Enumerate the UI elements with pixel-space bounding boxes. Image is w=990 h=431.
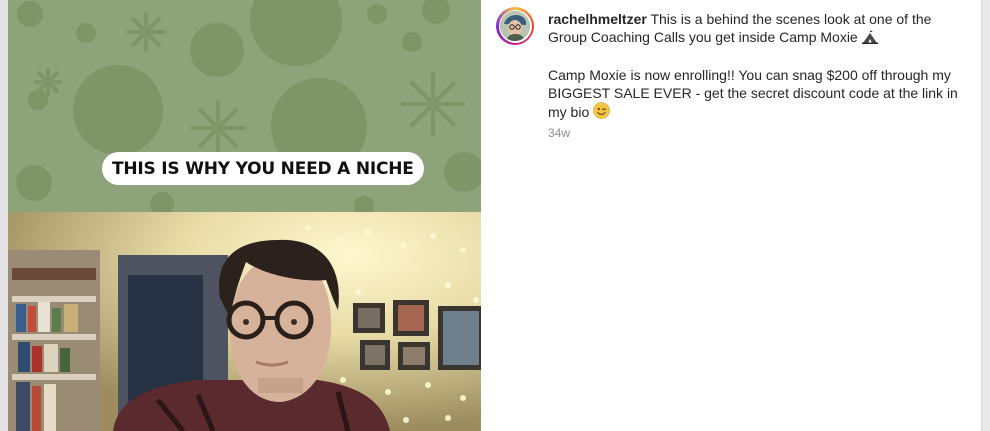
video-overlay-caption: THIS IS WHY YOU NEED A NICHE xyxy=(102,152,424,185)
camping-tent-icon xyxy=(861,30,878,48)
post-caption: rachelhmeltzer This is a behind the scen… xyxy=(548,10,963,123)
post-video[interactable]: THIS IS WHY YOU NEED A NICHE xyxy=(8,0,481,431)
avatar-story-ring[interactable] xyxy=(496,7,534,45)
bookshelf xyxy=(8,250,100,431)
video-frame xyxy=(8,0,481,431)
avatar-photo xyxy=(500,11,530,41)
username-link[interactable]: rachelhmeltzer xyxy=(548,11,647,27)
avatar[interactable] xyxy=(498,9,532,43)
left-gutter xyxy=(0,0,8,431)
winking-face-icon xyxy=(593,102,610,123)
scrollbar-track[interactable] xyxy=(981,0,990,431)
post-details-panel: rachelhmeltzer This is a behind the scen… xyxy=(481,0,981,431)
post-timestamp[interactable]: 34w xyxy=(548,126,570,140)
